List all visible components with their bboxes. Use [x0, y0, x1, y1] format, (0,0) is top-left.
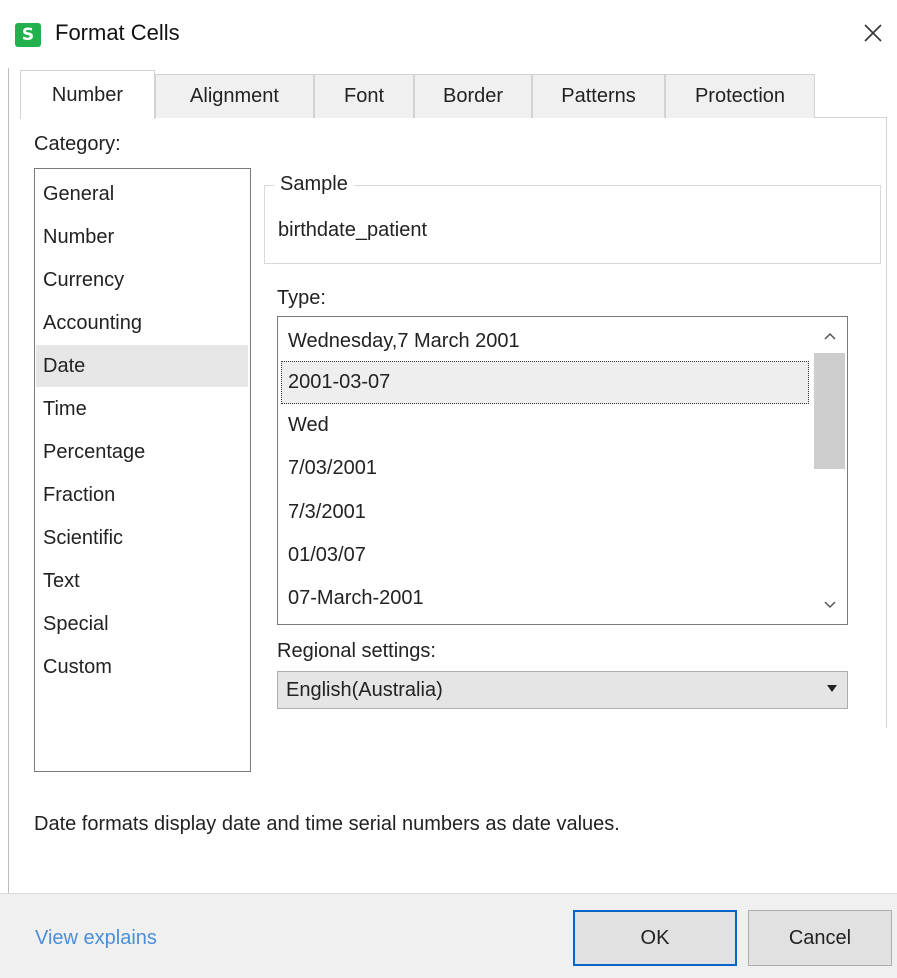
type-item[interactable]: Wed: [281, 404, 809, 447]
view-explains-link[interactable]: View explains: [35, 927, 157, 950]
category-item-general[interactable]: General: [36, 173, 248, 215]
title-bar: S Format Cells: [0, 0, 897, 68]
type-item[interactable]: 7/03/2001: [281, 447, 809, 490]
category-item-time[interactable]: Time: [36, 388, 248, 430]
category-item-percentage[interactable]: Percentage: [36, 431, 248, 473]
close-button[interactable]: [856, 16, 890, 50]
scroll-thumb[interactable]: [814, 353, 845, 469]
category-item-number[interactable]: Number: [36, 216, 248, 258]
category-item-text[interactable]: Text: [36, 560, 248, 602]
category-list[interactable]: General Number Currency Accounting Date …: [34, 168, 251, 772]
tab-patterns[interactable]: Patterns: [532, 74, 665, 118]
cancel-button[interactable]: Cancel: [748, 910, 892, 966]
type-item[interactable]: 07-March-2001: [281, 577, 809, 620]
dialog-title: Format Cells: [55, 20, 180, 45]
type-item[interactable]: 7/3/2001: [281, 491, 809, 534]
type-list[interactable]: Wednesday,7 March 2001 2001-03-07 Wed 7/…: [277, 316, 848, 625]
format-cells-dialog: S Format Cells Number Alignment Font Bor…: [0, 0, 897, 978]
ok-button[interactable]: OK: [573, 910, 737, 966]
close-icon: [864, 24, 882, 42]
chevron-up-icon: [824, 332, 836, 340]
dialog-left-edge: [8, 68, 9, 977]
category-item-custom[interactable]: Custom: [36, 646, 248, 688]
type-item[interactable]: Wednesday,7 March 2001: [281, 320, 809, 363]
type-list-scrollbar[interactable]: [813, 317, 847, 624]
regional-settings-select[interactable]: English(Australia): [277, 671, 848, 709]
type-item[interactable]: 01/03/07: [281, 534, 809, 577]
category-item-scientific[interactable]: Scientific: [36, 517, 248, 559]
dropdown-arrow-icon: [827, 685, 837, 692]
tab-alignment[interactable]: Alignment: [155, 74, 314, 118]
category-item-special[interactable]: Special: [36, 603, 248, 645]
type-label: Type:: [277, 287, 326, 309]
tab-font[interactable]: Font: [314, 74, 414, 118]
chevron-down-icon: [824, 601, 836, 609]
sample-value: birthdate_patient: [278, 219, 428, 241]
tab-protection[interactable]: Protection: [665, 74, 815, 118]
tab-strip: Number Alignment Font Border Patterns Pr…: [20, 70, 820, 119]
category-description: Date formats display date and time seria…: [34, 813, 620, 835]
type-item-selected[interactable]: 2001-03-07: [281, 361, 809, 404]
app-logo-icon: S: [15, 23, 41, 47]
scroll-down-button[interactable]: [813, 589, 847, 619]
regional-settings-value: English(Australia): [286, 678, 443, 701]
category-item-date[interactable]: Date: [36, 345, 248, 387]
category-item-fraction[interactable]: Fraction: [36, 474, 248, 516]
tab-number[interactable]: Number: [20, 70, 155, 119]
category-item-currency[interactable]: Currency: [36, 259, 248, 301]
regional-settings-label: Regional settings:: [277, 640, 436, 662]
category-item-accounting[interactable]: Accounting: [36, 302, 248, 344]
sample-label: Sample: [274, 173, 354, 196]
category-label: Category:: [34, 133, 121, 155]
scroll-up-button[interactable]: [813, 321, 847, 351]
tab-border[interactable]: Border: [414, 74, 532, 118]
